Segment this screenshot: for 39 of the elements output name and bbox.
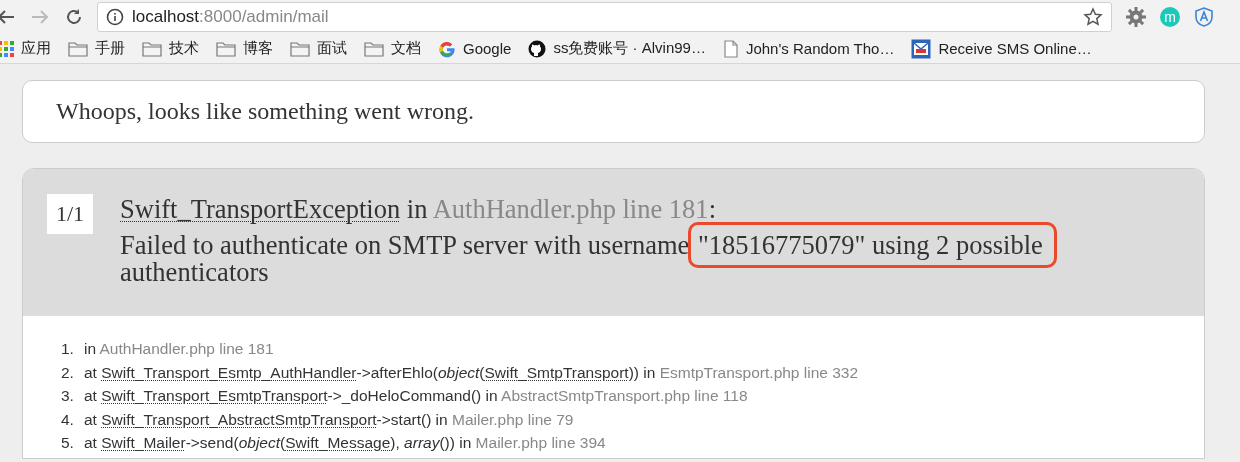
error-heading: Whoops, looks like something went wrong. — [56, 98, 474, 125]
folder-icon — [68, 39, 88, 58]
list-number: 5. — [61, 433, 75, 453]
list-number: 1. — [61, 339, 75, 359]
stack-trace-line: at Swift_Transport_Esmtp_AuthHandler->afterEhlo(object(Swift_SmtpTransport)) in EsmtpTransport.php line 332 — [84, 362, 859, 382]
exception-message: Failed to authenticate on SMTP server with username "18516775079" using 2 possible authenticators — [120, 224, 1080, 294]
envelope-icon — [911, 38, 932, 59]
bookmark[interactable]: ss免费账号 · Alvin99… — [528, 39, 706, 58]
stack-trace-line: at Swift_Mailer->send(object(Swift_Message), array()) in Mailer.php line 394 — [84, 433, 606, 453]
bookmark[interactable]: 应用 — [0, 39, 51, 58]
list-number: 2. — [61, 362, 75, 382]
shield-icon[interactable] — [1194, 7, 1214, 27]
list-number: 3. — [61, 386, 75, 406]
bookmark[interactable]: 博客 — [216, 39, 273, 58]
star-icon[interactable] — [1083, 7, 1103, 27]
stack-trace-line: in AuthHandler.php line 181 — [84, 339, 274, 359]
folder-icon — [216, 39, 236, 58]
folder-icon — [142, 39, 162, 58]
info-icon[interactable] — [106, 8, 124, 26]
github-icon — [528, 39, 547, 58]
google-icon — [438, 39, 456, 58]
bookmark[interactable]: 技术 — [142, 39, 199, 58]
exception-counter: 1/1 — [47, 194, 93, 234]
bookmark[interactable]: Receive SMS Online… — [911, 38, 1092, 59]
bookmark[interactable]: Google — [438, 39, 512, 58]
bookmark[interactable]: John's Random Tho… — [722, 39, 895, 58]
gear-icon[interactable] — [1126, 7, 1146, 27]
folder-icon — [364, 39, 384, 58]
page-icon — [722, 39, 739, 58]
bookmark[interactable]: 面试 — [290, 39, 347, 58]
bookmark[interactable]: 手册 — [68, 39, 125, 58]
apps-icon[interactable] — [0, 40, 14, 57]
exception-title: Swift_TransportException in AuthHandler.php line 181: — [120, 194, 717, 224]
reload-icon[interactable] — [64, 7, 84, 27]
bookmark[interactable]: 文档 — [364, 39, 421, 58]
stack-trace-line: at Swift_Transport_AbstractSmtpTransport->start() in Mailer.php line 79 — [84, 409, 574, 429]
stack-trace-line: at Swift_Transport_EsmtpTransport->_doHeloCommand() in AbstractSmtpTransport.php line 118 — [84, 386, 748, 406]
list-number: 4. — [61, 409, 75, 429]
folder-icon — [290, 39, 310, 58]
